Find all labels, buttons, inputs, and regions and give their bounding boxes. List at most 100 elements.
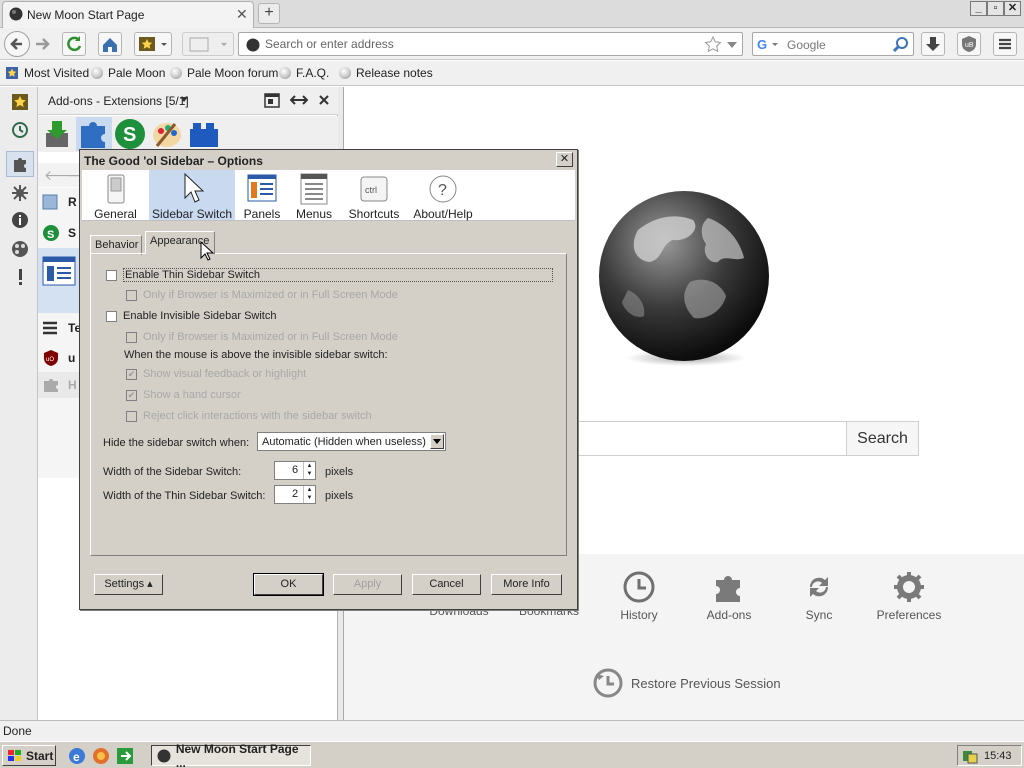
checkbox[interactable] [126, 331, 137, 343]
spinner-arrows-icon[interactable]: ▲ ▼ [303, 462, 315, 479]
hide-switch-select[interactable]: Automatic (Hidden when useless) [257, 432, 446, 451]
checkbox-checked[interactable]: ✔ [126, 389, 137, 401]
personas-category-icon[interactable] [151, 118, 183, 150]
history-dropdown-icon[interactable] [727, 42, 737, 48]
extensions-category-icon[interactable] [76, 117, 112, 151]
quicklaunch-browser-icon[interactable] [92, 747, 110, 765]
option-hand-cursor[interactable]: ✔ Show a hand cursor [126, 389, 241, 401]
restore-session-button[interactable]: Restore Previous Session [593, 668, 781, 698]
launcher-preferences[interactable]: Preferences [864, 570, 954, 622]
bookmark-pale-moon[interactable]: Pale Moon [91, 66, 165, 80]
apply-button[interactable]: Apply [333, 574, 402, 595]
ublock-button[interactable]: uB [957, 32, 981, 56]
option-label: Only if Browser is Maximized or in Full … [143, 331, 398, 343]
pane-sidebar-switch[interactable]: Sidebar Switch [149, 170, 235, 221]
palette-sidebar-icon[interactable] [10, 239, 30, 259]
option-invisible-only-maximized[interactable]: Only if Browser is Maximized or in Full … [126, 331, 398, 343]
get-addons-icon[interactable] [43, 119, 71, 149]
reload-button[interactable] [62, 32, 86, 56]
home-button[interactable] [98, 32, 122, 56]
pane-panels[interactable]: Panels [235, 170, 289, 221]
downloads-button[interactable] [921, 32, 945, 56]
tab-behavior[interactable]: Behavior [90, 235, 142, 255]
history-sidebar-icon[interactable] [10, 120, 30, 140]
addons-sidebar-icon[interactable] [6, 151, 34, 177]
start-page-search-input[interactable] [576, 421, 848, 456]
spinner-arrows-icon[interactable]: ▲ ▼ [303, 486, 315, 503]
pane-general[interactable]: General [82, 170, 149, 221]
network-tray-icon[interactable] [962, 748, 978, 764]
close-tab-icon[interactable]: ✕ [236, 6, 248, 23]
thin-switch-width-spinner[interactable]: 2 ▲ ▼ [274, 485, 316, 504]
back-button[interactable] [4, 31, 30, 57]
switch-width-spinner[interactable]: 6 ▲ ▼ [274, 461, 316, 480]
taskbar-window-label: New Moon Start Page ... [175, 741, 299, 768]
pane-shortcuts[interactable]: ctrl Shortcuts [339, 170, 409, 221]
close-window-button[interactable]: ✕ [1004, 1, 1021, 16]
option-thin-switch[interactable]: Enable Thin Sidebar Switch [106, 268, 553, 282]
google-engine-icon[interactable]: G [757, 37, 781, 52]
panorama-button[interactable] [182, 32, 234, 56]
sidebar-title[interactable]: Add-ons - Extensions [5/1] [48, 94, 189, 108]
checkbox[interactable] [106, 269, 117, 281]
info-sidebar-icon[interactable] [10, 210, 30, 230]
plugins-category-icon[interactable] [188, 119, 220, 149]
launcher-sync[interactable]: Sync [774, 570, 864, 622]
appearance-tab-panel: Enable Thin Sidebar Switch Only if Brows… [90, 253, 567, 556]
cancel-button[interactable]: Cancel [412, 574, 481, 595]
bookmark-faq[interactable]: F.A.Q. [279, 66, 329, 80]
dropdown-arrow-icon[interactable] [180, 95, 188, 103]
search-go-icon[interactable] [892, 36, 910, 53]
launcher-label: Preferences [876, 608, 942, 622]
checkbox[interactable] [106, 310, 117, 322]
option-thin-only-maximized[interactable]: Only if Browser is Maximized or in Full … [126, 289, 398, 301]
checkbox[interactable] [126, 410, 137, 422]
option-reject-click[interactable]: Reject click interactions with the sideb… [126, 410, 372, 422]
minimize-button[interactable]: _ [970, 1, 987, 16]
launcher-history[interactable]: History [594, 570, 684, 622]
alert-sidebar-icon[interactable] [10, 267, 30, 287]
start-page-search-button[interactable]: Search [846, 421, 919, 456]
sidebar-pin-icon[interactable] [264, 93, 280, 108]
select-arrow-icon[interactable] [430, 434, 444, 449]
launcher-addons[interactable]: Add-ons [684, 570, 774, 622]
spinner-value: 6 [292, 464, 299, 476]
bookmark-release-notes[interactable]: Release notes [339, 66, 433, 80]
windows-logo-icon [8, 749, 21, 761]
address-bar[interactable]: Search or enter address [238, 32, 743, 56]
bookmark-page-star-icon[interactable] [704, 36, 722, 53]
dialog-close-button[interactable]: ✕ [556, 152, 573, 167]
quicklaunch-desktop-icon[interactable] [116, 747, 134, 765]
forward-button[interactable] [32, 34, 54, 54]
search-bar[interactable]: G Google [752, 32, 914, 56]
ok-button[interactable]: OK [253, 573, 324, 596]
taskbar-window-item[interactable]: New Moon Start Page ... [151, 741, 311, 768]
settings-menu-button[interactable]: Settings ▴ [94, 574, 163, 595]
quicklaunch-ie-icon[interactable]: e [68, 747, 86, 765]
window-icon [189, 37, 227, 52]
pane-menus[interactable]: Menus [289, 170, 339, 221]
themes-category-icon[interactable]: S [114, 118, 146, 150]
checkbox-checked[interactable]: ✔ [126, 368, 137, 380]
sidebar-header: Add-ons - Extensions [5/1] [38, 87, 338, 115]
bookmark-most-visited[interactable]: Most Visited [5, 66, 89, 80]
app-menu-button[interactable] [993, 32, 1017, 56]
new-tab-button[interactable]: + [258, 3, 280, 24]
status-bar: Done [0, 720, 1024, 741]
start-button[interactable]: Start [2, 745, 56, 766]
checkbox[interactable] [126, 289, 137, 301]
bookmarks-menu-button[interactable] [134, 32, 172, 56]
more-info-button[interactable]: More Info [491, 574, 562, 595]
globe-icon [91, 67, 103, 79]
bookmarks-sidebar-icon[interactable] [10, 92, 30, 112]
sidebar-close-icon[interactable] [318, 93, 330, 107]
pane-about-help[interactable]: ? About/Help [409, 170, 477, 221]
navigation-bar: Search or enter address G Google uB [0, 28, 1024, 60]
sidebar-switch-side-icon[interactable] [290, 93, 308, 108]
option-visual-feedback[interactable]: ✔ Show visual feedback or highlight [126, 368, 306, 380]
option-invisible-switch[interactable]: Enable Invisible Sidebar Switch [106, 310, 276, 322]
settings-sidebar-icon[interactable] [10, 183, 30, 203]
bookmark-pale-moon-forum[interactable]: Pale Moon forum [170, 66, 278, 80]
restore-button[interactable]: ▫ [987, 1, 1004, 16]
browser-tab[interactable]: New Moon Start Page ✕ [2, 1, 254, 28]
